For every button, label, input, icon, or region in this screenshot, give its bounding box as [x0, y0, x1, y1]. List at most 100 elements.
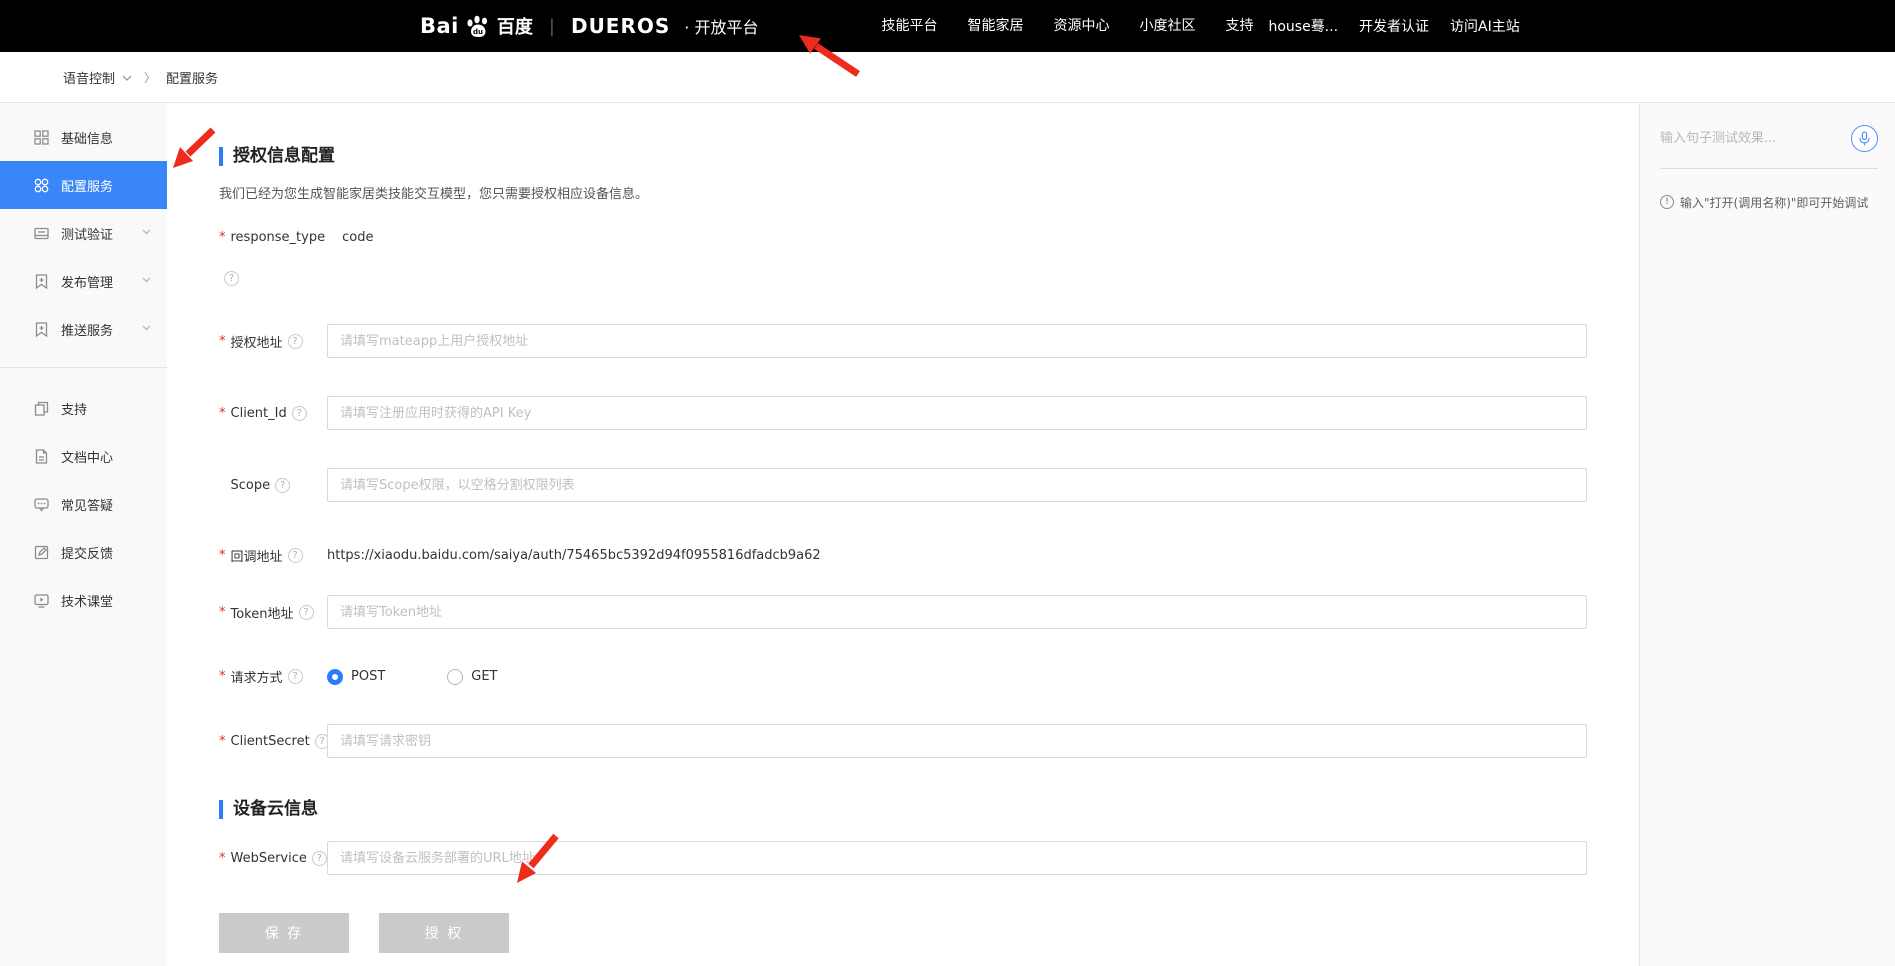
- sidebar-divider: [0, 367, 167, 368]
- logo-baidu-text: 百度: [497, 13, 533, 39]
- auth-section-title: 授权信息配置: [219, 147, 1587, 166]
- required-marker: *: [219, 406, 226, 421]
- response-type-help-row: ?: [219, 266, 1587, 286]
- top-header: Bai du 百度 | DUEROS · 开放平台 技能平台 智能家居 资源中心…: [0, 0, 1895, 52]
- info-alert-icon: !: [1660, 195, 1674, 209]
- ai-site-link[interactable]: 访问AI主站: [1450, 16, 1520, 36]
- radio-selected-icon: [327, 669, 343, 685]
- developer-cert-link[interactable]: 开发者认证: [1359, 16, 1429, 36]
- sidebar-item-tech-classroom[interactable]: 技术课堂: [0, 576, 167, 624]
- sidebar-item-feedback[interactable]: 提交反馈: [0, 528, 167, 576]
- token-url-label: Token地址: [231, 603, 294, 622]
- sidebar-item-basic-info[interactable]: 基础信息: [0, 113, 167, 161]
- sidebar-item-label: 技术课堂: [61, 591, 113, 610]
- sidebar-item-publish-manage[interactable]: 发布管理: [0, 257, 167, 305]
- video-classroom-icon: [33, 592, 50, 609]
- tip-text: 输入"打开(调用名称)"即可开始调试: [1680, 194, 1868, 211]
- help-icon[interactable]: ?: [288, 669, 303, 684]
- radio-post-label: POST: [351, 669, 385, 684]
- sidebar-item-test-verify[interactable]: 测试验证: [0, 209, 167, 257]
- logo-divider: |: [549, 16, 555, 37]
- scope-input[interactable]: [327, 468, 1587, 502]
- token-url-input[interactable]: [327, 595, 1587, 629]
- sidebar-item-label: 支持: [61, 399, 87, 418]
- sidebar-item-push-service[interactable]: 推送服务: [0, 305, 167, 353]
- required-marker: *: [219, 334, 226, 349]
- sidebar-item-label: 测试验证: [61, 224, 113, 243]
- header-account-area: house蓦... 开发者认证 访问AI主站: [1268, 16, 1519, 36]
- device-cloud-section-title: 设备云信息: [219, 800, 1587, 819]
- sidebar-item-label: 常见答疑: [61, 495, 113, 514]
- nav-item-community[interactable]: 小度社区: [1124, 0, 1210, 52]
- grid-icon: [33, 129, 50, 146]
- help-icon[interactable]: ?: [288, 334, 303, 349]
- nav-item-support[interactable]: 支持: [1210, 0, 1268, 52]
- radio-post[interactable]: POST: [327, 669, 385, 685]
- response-type-value: code: [342, 230, 373, 245]
- nav-item-skill-platform[interactable]: 技能平台: [866, 0, 952, 52]
- help-icon[interactable]: ?: [299, 605, 314, 620]
- chevron-down-icon: [142, 277, 151, 283]
- form-actions: 保 存 授 权: [219, 913, 1587, 953]
- test-doc-icon: [33, 225, 50, 242]
- sidebar-item-config-service[interactable]: 配置服务: [0, 161, 167, 209]
- scope-label: Scope: [231, 478, 271, 493]
- request-method-row: * 请求方式 ? POST GET: [219, 667, 1587, 686]
- chevron-down-icon[interactable]: [122, 75, 132, 82]
- nav-item-smart-home[interactable]: 智能家居: [952, 0, 1038, 52]
- help-icon[interactable]: ?: [288, 548, 303, 563]
- auth-url-row: * 授权地址 ?: [219, 324, 1587, 358]
- sidebar-item-label: 提交反馈: [61, 543, 113, 562]
- test-input-row: [1660, 125, 1878, 169]
- callback-url-value: https://xiaodu.baidu.com/saiya/auth/7546…: [327, 548, 821, 563]
- authorize-button[interactable]: 授 权: [379, 913, 509, 953]
- required-marker: *: [219, 605, 226, 620]
- sidebar-item-label: 发布管理: [61, 272, 113, 291]
- radio-get[interactable]: GET: [447, 669, 497, 685]
- required-marker: *: [219, 734, 226, 749]
- client-id-input[interactable]: [327, 396, 1587, 430]
- auth-url-input[interactable]: [327, 324, 1587, 358]
- breadcrumb: 语音控制 〉 配置服务: [0, 52, 1895, 103]
- client-secret-input[interactable]: [327, 724, 1587, 758]
- svg-text:du: du: [473, 28, 483, 36]
- chevron-down-icon: [142, 229, 151, 235]
- web-service-input[interactable]: [327, 841, 1587, 875]
- bookmark-plus-icon: [33, 321, 50, 338]
- chevron-down-icon: [142, 325, 151, 331]
- auth-url-label: 授权地址: [231, 332, 283, 351]
- chat-bubble-icon: [33, 496, 50, 513]
- baidu-dueros-logo[interactable]: Bai du 百度 | DUEROS · 开放平台: [420, 13, 758, 39]
- auth-section-description: 我们已经为您生成智能家居类技能交互模型，您只需要授权相应设备信息。: [219, 183, 1587, 202]
- logo-dueros-text: DUEROS: [571, 14, 670, 38]
- microphone-button[interactable]: [1851, 125, 1878, 152]
- help-icon[interactable]: ?: [224, 271, 239, 286]
- main-content: 授权信息配置 我们已经为您生成智能家居类技能交互模型，您只需要授权相应设备信息。…: [167, 103, 1639, 966]
- client-id-label: Client_Id: [231, 406, 287, 421]
- test-panel-tip: ! 输入"打开(调用名称)"即可开始调试: [1660, 194, 1878, 211]
- required-marker: *: [219, 669, 226, 684]
- sidebar-item-doc-center[interactable]: 文档中心: [0, 432, 167, 480]
- test-panel: ! 输入"打开(调用名称)"即可开始调试: [1639, 103, 1895, 966]
- required-marker: *: [219, 548, 226, 563]
- save-button[interactable]: 保 存: [219, 913, 349, 953]
- token-url-row: * Token地址 ?: [219, 595, 1587, 629]
- sentence-test-input[interactable]: [1660, 131, 1830, 146]
- request-method-options: POST GET: [327, 669, 498, 685]
- response-type-label: response_type: [231, 230, 326, 245]
- header-nav: 技能平台 智能家居 资源中心 小度社区 支持: [866, 0, 1268, 52]
- logo-platform-text: · 开放平台: [684, 14, 758, 38]
- sidebar-item-label: 基础信息: [61, 128, 113, 147]
- nav-item-resource-center[interactable]: 资源中心: [1038, 0, 1124, 52]
- sidebar-item-support[interactable]: 支持: [0, 384, 167, 432]
- client-secret-label: ClientSecret: [231, 734, 310, 749]
- copy-pages-icon: [33, 400, 50, 417]
- help-icon[interactable]: ?: [275, 478, 290, 493]
- help-icon[interactable]: ?: [312, 851, 327, 866]
- document-icon: [33, 448, 50, 465]
- username[interactable]: house蓦...: [1268, 16, 1338, 36]
- breadcrumb-separator: 〉: [144, 69, 156, 86]
- breadcrumb-parent[interactable]: 语音控制: [63, 68, 115, 87]
- help-icon[interactable]: ?: [292, 406, 307, 421]
- sidebar-item-faq[interactable]: 常见答疑: [0, 480, 167, 528]
